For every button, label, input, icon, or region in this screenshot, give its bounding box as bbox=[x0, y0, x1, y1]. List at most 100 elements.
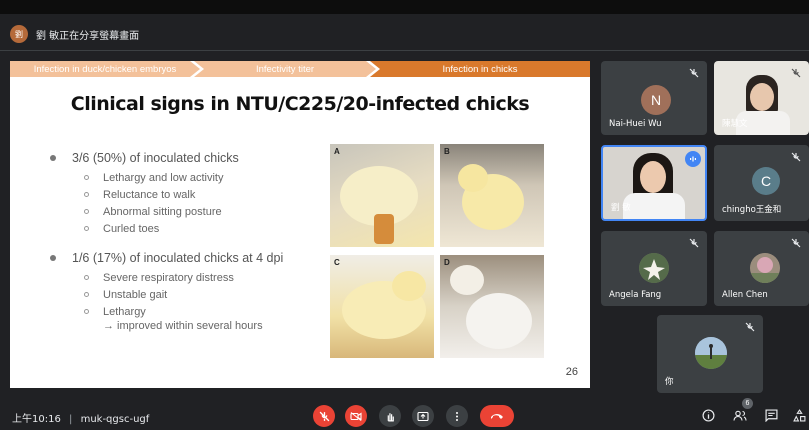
slide-title: Clinical signs in NTU/C225/20-infected c… bbox=[70, 93, 530, 115]
sub-bullet: Lethargy bbox=[84, 303, 330, 320]
bullet-dot-icon bbox=[50, 155, 56, 161]
bottom-control-bar: 上午10:16 | muk-qgsc-ugf bbox=[0, 402, 809, 430]
chick-photo-d: D bbox=[440, 255, 544, 358]
sub-bullet-text: Reluctance to walk bbox=[103, 188, 196, 201]
camera-toggle-button[interactable] bbox=[345, 405, 367, 427]
ring-bullet-icon bbox=[84, 175, 89, 180]
photo-label: D bbox=[444, 258, 450, 267]
photo-label: A bbox=[334, 147, 340, 156]
sub-bullet: Severe respiratory distress bbox=[84, 269, 330, 286]
hand-icon bbox=[387, 412, 394, 422]
participant-tile[interactable]: Angela Fang bbox=[601, 231, 707, 306]
participant-video-face bbox=[750, 83, 774, 111]
people-button[interactable] bbox=[733, 409, 747, 425]
presenting-banner: 劉 劉 敏正在分享螢幕畫面 bbox=[10, 22, 139, 46]
chick-head bbox=[450, 265, 484, 295]
bullet-group-1: 3/6 (50%) of inoculated chicks bbox=[50, 151, 330, 165]
sub-bullet-text: Curled toes bbox=[103, 222, 160, 235]
sub-bullet-text: Lethargy and low activity bbox=[103, 171, 224, 184]
people-icon bbox=[733, 410, 747, 421]
participant-tile-active-speaker[interactable]: 劉 敏 bbox=[601, 145, 707, 221]
mic-off-icon bbox=[791, 152, 801, 164]
participant-avatar: N bbox=[641, 85, 671, 115]
mic-off-icon bbox=[319, 411, 329, 421]
chick-head bbox=[458, 164, 488, 192]
participant-name: chingho王金和 bbox=[722, 205, 782, 215]
speaking-indicator-icon bbox=[685, 151, 701, 167]
photo-label: B bbox=[444, 147, 450, 156]
top-black-strip bbox=[0, 0, 809, 14]
more-icon bbox=[456, 411, 458, 421]
participant-video-face bbox=[640, 161, 666, 193]
ring-bullet-icon bbox=[84, 309, 89, 314]
self-avatar bbox=[695, 337, 727, 369]
participant-name: 劉 敏 bbox=[611, 203, 631, 213]
slide-breadcrumbs: Infection in duck/chicken embryos Infect… bbox=[10, 61, 590, 77]
bullet-headline: 1/6 (17%) of inoculated chicks at 4 dpi bbox=[72, 251, 284, 265]
meeting-code[interactable]: muk-qgsc-ugf bbox=[81, 414, 150, 425]
participant-name: 陳慧文 bbox=[722, 119, 748, 129]
chick-leg bbox=[374, 214, 394, 244]
participant-tile[interactable]: N Nai-Huei Wu bbox=[601, 61, 707, 135]
sub-bullet-text: Severe respiratory distress bbox=[103, 271, 234, 284]
sub-bullet: Lethargy and low activity bbox=[84, 169, 330, 186]
bullet-dot-icon bbox=[50, 255, 56, 261]
bullet-note: → improved within several hours bbox=[103, 320, 263, 332]
breadcrumb-step-3: Infection in chicks bbox=[370, 61, 590, 77]
mic-off-icon bbox=[791, 68, 801, 80]
participant-avatar bbox=[750, 253, 780, 283]
mic-off-icon bbox=[689, 68, 699, 80]
chick-photo-c: C bbox=[330, 255, 434, 358]
mic-off-icon bbox=[791, 238, 801, 250]
phone-hangup-icon bbox=[491, 414, 503, 419]
chick-head bbox=[392, 271, 426, 301]
raise-hand-button[interactable] bbox=[379, 405, 401, 427]
participant-video-body bbox=[623, 193, 685, 219]
header-divider bbox=[0, 50, 809, 51]
slide-bullets: 3/6 (50%) of inoculated chicks Lethargy … bbox=[50, 151, 330, 337]
sub-bullet: Abnormal sitting posture bbox=[84, 203, 330, 220]
mic-off-icon bbox=[689, 238, 699, 250]
info-icon bbox=[702, 409, 715, 422]
ring-bullet-icon bbox=[84, 192, 89, 197]
participant-tile[interactable]: Allen Chen bbox=[714, 231, 809, 306]
leave-call-button[interactable] bbox=[480, 405, 514, 427]
sub-bullet-text: Unstable gait bbox=[103, 288, 168, 301]
chick-shape bbox=[466, 293, 532, 349]
participant-name: Allen Chen bbox=[722, 290, 768, 300]
self-name: 你 bbox=[665, 377, 674, 387]
participant-avatar: C bbox=[752, 167, 780, 195]
participant-tile[interactable]: C chingho王金和 bbox=[714, 145, 809, 221]
chick-photo-grid: A B C D bbox=[330, 144, 546, 358]
sub-bullet-text: Lethargy bbox=[103, 305, 146, 318]
slide-page-number: 26 bbox=[565, 366, 578, 378]
sub-bullet: Curled toes bbox=[84, 220, 330, 237]
camera-off-icon bbox=[350, 411, 362, 421]
chick-photo-a: A bbox=[330, 144, 434, 247]
clock-time: 上午10:16 bbox=[12, 414, 61, 425]
presenter-avatar: 劉 bbox=[10, 25, 28, 43]
present-icon bbox=[417, 411, 429, 421]
participant-tile[interactable]: 陳慧文 bbox=[714, 61, 809, 135]
sub-bullet: Unstable gait bbox=[84, 286, 330, 303]
ring-bullet-icon bbox=[84, 209, 89, 214]
chat-button[interactable] bbox=[765, 409, 778, 425]
present-screen-button[interactable] bbox=[412, 405, 434, 427]
meeting-details-button[interactable] bbox=[702, 409, 715, 425]
participant-count-badge: 6 bbox=[742, 398, 753, 409]
ring-bullet-icon bbox=[84, 292, 89, 297]
activities-button[interactable] bbox=[793, 409, 806, 425]
ring-bullet-icon bbox=[84, 275, 89, 280]
activities-icon bbox=[793, 409, 806, 422]
mic-off-icon bbox=[745, 322, 755, 334]
meeting-info: 上午10:16 | muk-qgsc-ugf bbox=[12, 410, 149, 425]
breadcrumb-step-1: Infection in duck/chicken embryos bbox=[10, 61, 200, 77]
bullet-headline: 3/6 (50%) of inoculated chicks bbox=[72, 151, 239, 165]
breadcrumb-step-2: Infectivity titer bbox=[194, 61, 376, 77]
mic-toggle-button[interactable] bbox=[313, 405, 335, 427]
photo-label: C bbox=[334, 258, 340, 267]
more-options-button[interactable] bbox=[446, 405, 468, 427]
chick-photo-b: B bbox=[440, 144, 544, 247]
participant-avatar bbox=[639, 253, 669, 283]
self-tile[interactable]: 你 bbox=[657, 315, 763, 393]
